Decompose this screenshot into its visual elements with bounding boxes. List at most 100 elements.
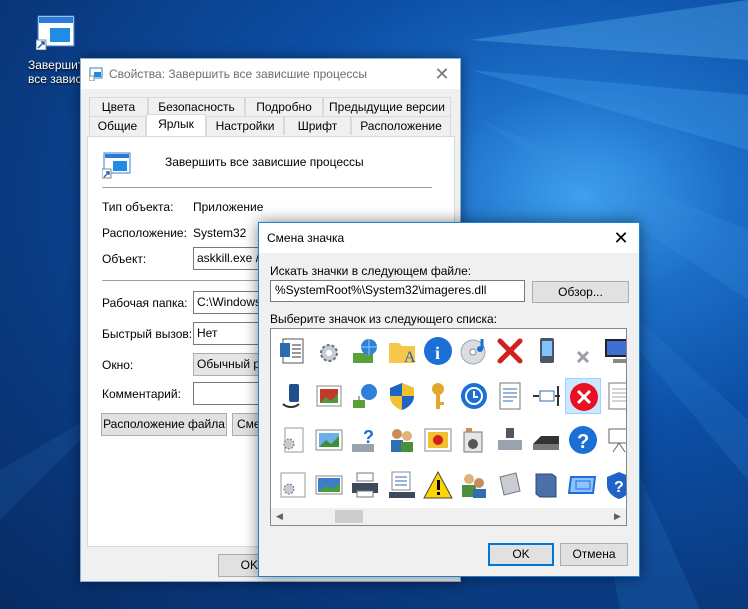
network-computer-icon [353, 339, 378, 363]
icon-list-item[interactable] [528, 333, 564, 369]
media-drive-icon [463, 428, 483, 453]
icon-file-input[interactable]: %SystemRoot%\System32\imageres.dll [270, 280, 525, 302]
svg-text:i: i [435, 343, 440, 363]
shortcut-app-icon [102, 152, 131, 179]
icon-list-item[interactable] [311, 422, 347, 458]
open-file-location-button[interactable]: Расположение файла [101, 413, 227, 436]
type-value: Приложение [193, 200, 264, 214]
icon-list-item[interactable] [565, 333, 601, 369]
key-icon [431, 382, 444, 409]
help-circle-icon: ? [568, 426, 597, 454]
document-lines-icon [499, 382, 521, 409]
icon-list-item[interactable] [384, 422, 420, 458]
gear-document-icon [283, 427, 304, 453]
close-button[interactable]: ✕ [424, 59, 460, 89]
tab-layout[interactable]: Расположение [351, 116, 451, 135]
icon-list-item[interactable] [456, 467, 492, 503]
title-bar: Смена значка ✕ [259, 223, 639, 253]
icon-list-item[interactable] [492, 378, 528, 414]
scroll-left-icon[interactable]: ◀ [271, 508, 288, 525]
start-in-label: Рабочая папка: [102, 296, 188, 310]
icon-list-item[interactable] [492, 467, 528, 503]
users-group-icon [390, 429, 413, 452]
icon-list-item[interactable]: ? [601, 467, 626, 503]
run-label: Окно: [102, 358, 134, 372]
file-label: Искать значки в следующем файле: [270, 264, 472, 278]
icon-list-item[interactable] [311, 333, 347, 369]
scroll-right-icon[interactable]: ▶ [609, 508, 626, 525]
icon-list-item[interactable] [601, 333, 626, 369]
icon-list-item[interactable] [456, 333, 492, 369]
tab-previous-versions[interactable]: Предыдущие версии [323, 97, 451, 116]
mobile-device-icon [282, 383, 300, 408]
target-label: Объект: [102, 252, 147, 266]
picture-tile-icon [316, 385, 342, 406]
icon-list-item[interactable] [275, 378, 311, 414]
icon-list-item[interactable] [275, 422, 311, 458]
tab-options[interactable]: Настройки [206, 116, 284, 135]
icon-list-item[interactable] [601, 422, 626, 458]
icon-list[interactable]: Ai??? ◀ ▶ [270, 328, 627, 526]
tab-shortcut[interactable]: Ярлык [146, 114, 206, 136]
red-flower-picture-icon [424, 428, 452, 452]
icon-list-item[interactable] [311, 378, 347, 414]
font-folder-icon: A [388, 343, 416, 366]
icon-list-item[interactable] [528, 378, 564, 414]
icon-list-item[interactable]: ? [565, 422, 601, 458]
horizontal-scrollbar[interactable]: ◀ ▶ [271, 508, 626, 525]
help-drive-icon: ? [352, 427, 375, 452]
icon-list-item[interactable] [492, 333, 528, 369]
small-gray-x-icon [576, 350, 589, 364]
network-share-icon [353, 383, 378, 408]
resize-cursor-icon [533, 385, 561, 406]
tab-colors[interactable]: Цвета [89, 97, 148, 116]
divider [102, 187, 432, 188]
icon-list-item[interactable] [565, 467, 601, 503]
icon-list-item[interactable] [420, 378, 456, 414]
projector-board-icon [608, 428, 626, 453]
icon-list-item[interactable] [564, 377, 601, 414]
svg-text:?: ? [363, 427, 374, 447]
printer-icon [352, 472, 379, 497]
icon-list-item[interactable] [492, 422, 528, 458]
icon-list-item[interactable] [384, 378, 420, 414]
icon-list-item[interactable]: A [384, 333, 420, 369]
change-icon-dialog: Смена значка ✕ Искать значки в следующем… [258, 222, 640, 577]
icon-list-item[interactable] [420, 467, 456, 503]
icon-list-item[interactable] [275, 333, 311, 369]
ok-button[interactable]: OK [488, 543, 554, 566]
browse-button[interactable]: Обзор... [532, 281, 629, 303]
cartridge-icon [499, 471, 521, 496]
scanner-icon [533, 436, 560, 450]
sync-clock-icon [461, 382, 487, 409]
tab-font[interactable]: Шрифт [284, 116, 351, 135]
picture-frame-icon [315, 429, 343, 451]
icon-list-item[interactable]: ? [347, 422, 383, 458]
location-value: System32 [193, 226, 247, 240]
scroll-thumb[interactable] [335, 510, 363, 523]
ok-button[interactable]: OK [218, 554, 263, 577]
icon-list-item[interactable] [384, 467, 420, 503]
shortcut-name: Завершить все зависшие процессы [165, 155, 364, 169]
icon-list-item[interactable] [311, 467, 347, 503]
hotkey-label: Быстрый вызов: [102, 327, 193, 341]
icon-list-item[interactable] [601, 378, 626, 414]
svg-text:?: ? [614, 479, 624, 496]
icon-list-item[interactable] [347, 333, 383, 369]
network-rack-icon [388, 471, 415, 498]
icon-list-item[interactable]: i [420, 333, 456, 369]
icon-list-item[interactable] [456, 378, 492, 414]
cancel-button[interactable]: Отмена [560, 543, 628, 566]
icon-list-item[interactable] [456, 422, 492, 458]
icon-list-item[interactable] [275, 467, 311, 503]
icon-list-item[interactable] [347, 378, 383, 414]
tab-general[interactable]: Общие [89, 116, 146, 135]
close-button[interactable]: ✕ [603, 223, 639, 253]
icon-list-item[interactable] [528, 422, 564, 458]
icon-list-item[interactable] [347, 467, 383, 503]
icon-list-item[interactable] [420, 422, 456, 458]
tab-details[interactable]: Подробно [245, 97, 323, 116]
comment-label: Комментарий: [102, 387, 181, 401]
title-bar: Свойства: Завершить все зависшие процесс… [81, 59, 460, 89]
icon-list-item[interactable] [528, 467, 564, 503]
